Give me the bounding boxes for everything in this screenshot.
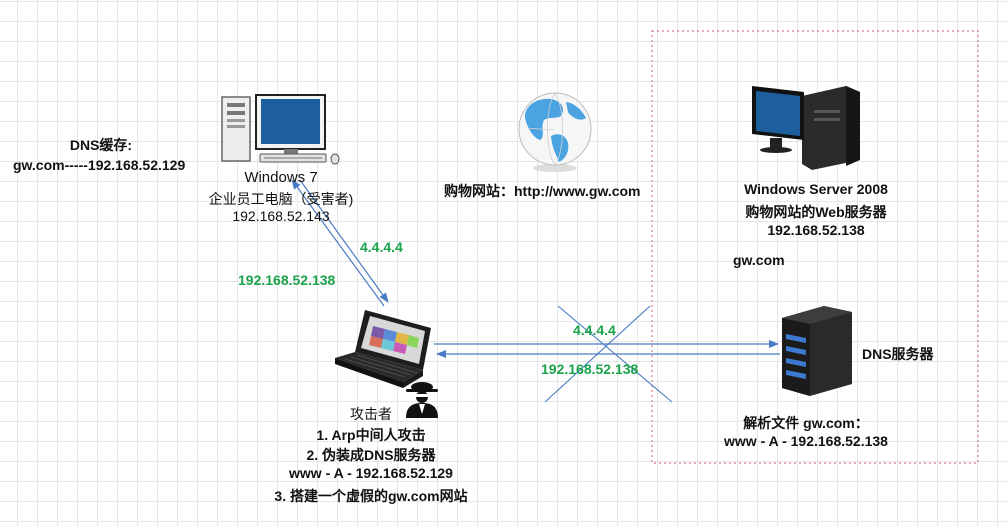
web-server-ip: 192.168.52.138: [767, 222, 865, 238]
label-attacker-to-victim: 192.168.52.138: [238, 272, 336, 288]
dns-cache-entry: gw.com-----192.168.52.129: [13, 157, 186, 173]
web-server-role: 购物网站的Web服务器: [745, 204, 887, 220]
attacker-step: www - A - 192.168.52.129: [289, 465, 453, 481]
label-dns-to-attacker: 192.168.52.138: [541, 361, 639, 377]
web-server-domain: gw.com: [733, 252, 785, 268]
victim-role: 企业员工电脑（受害者): [208, 191, 354, 207]
dns-record: www - A - 192.168.52.138: [724, 433, 888, 449]
label-attacker-to-dns: 4.4.4.4: [573, 322, 616, 338]
globe-icon: [510, 88, 600, 174]
attacker-step: 3. 搭建一个虚假的gw.com网站: [274, 488, 468, 504]
attacker-step: 2. 伪装成DNS服务器: [306, 447, 436, 463]
victim-name: Windows 7: [244, 169, 318, 186]
attacker-step: 1. Arp中间人攻击: [316, 427, 426, 443]
tower-server-icon: [776, 302, 856, 398]
hacker-icon: [403, 380, 441, 418]
label-victim-to-attacker: 4.4.4.4: [360, 239, 403, 255]
dns-server-name: DNS服务器: [862, 346, 934, 362]
website-label: 购物网站：http://www.gw.com: [444, 183, 641, 199]
dns-cache-title: DNS缓存:: [69, 137, 133, 153]
server-pc-icon: [750, 82, 862, 172]
desktop-pc-icon: [218, 93, 346, 165]
web-server-name: Windows Server 2008: [744, 181, 888, 197]
attacker-title: 攻击者: [350, 406, 392, 422]
victim-ip: 192.168.52.143: [232, 208, 330, 224]
dns-record-title: 解析文件 gw.com：: [743, 415, 869, 431]
